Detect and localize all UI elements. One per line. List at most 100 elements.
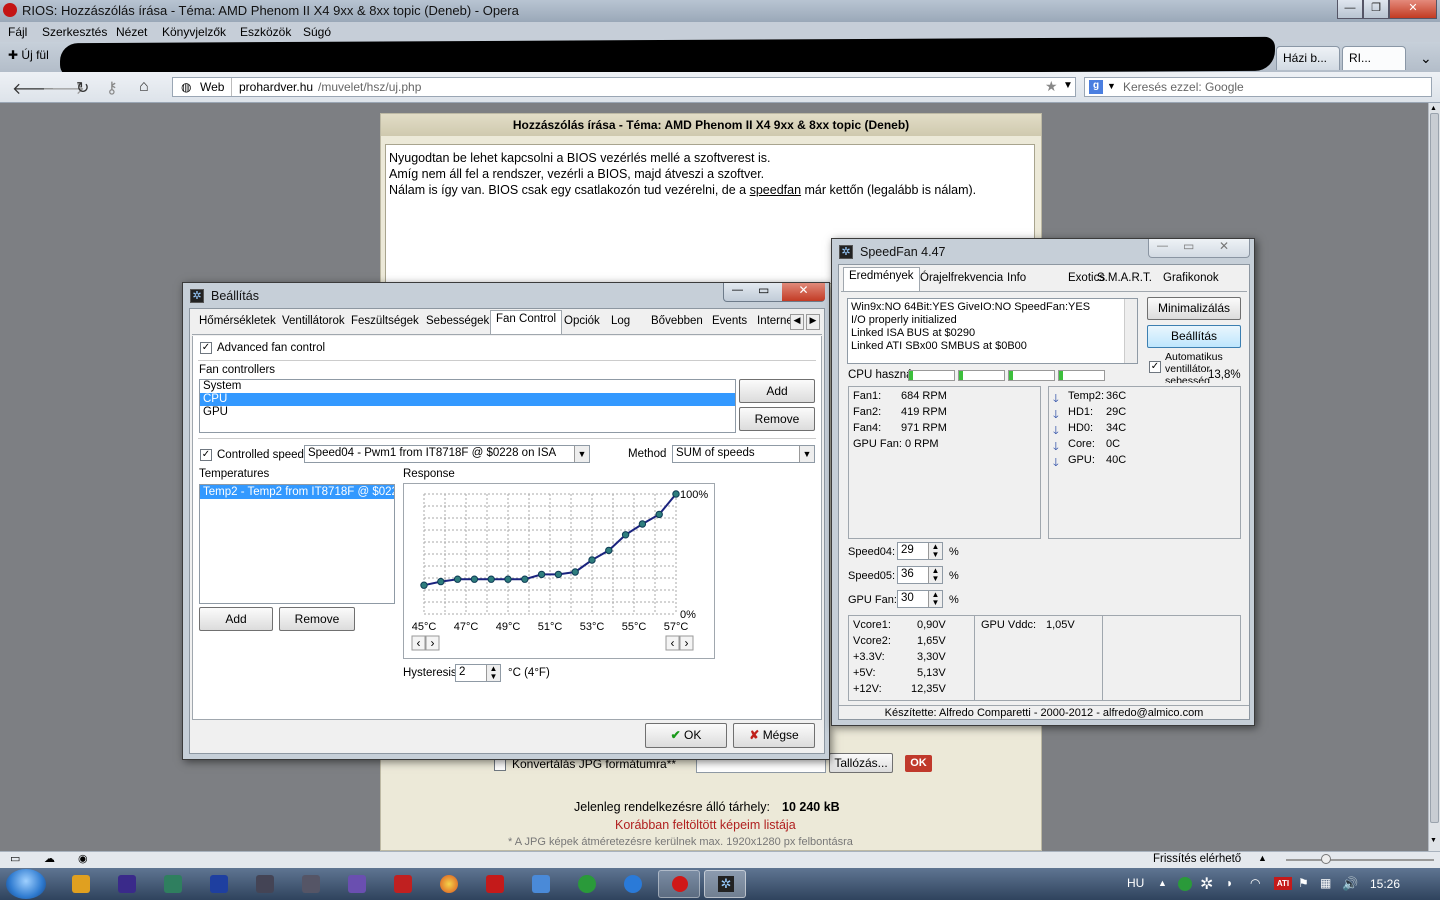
hysteresis-input[interactable]: 2 ▲ ▼ bbox=[455, 664, 501, 682]
spinner-icon[interactable]: ▲ ▼ bbox=[928, 543, 942, 559]
gpufan-input[interactable]: 30 ▲ ▼ bbox=[897, 590, 943, 608]
setup-maximize-button[interactable]: ▭ bbox=[758, 283, 769, 297]
search-field[interactable]: g ▼ Keresés ezzel: Google bbox=[1084, 77, 1432, 97]
minimize-app-button[interactable]: Minimalizálás bbox=[1147, 297, 1241, 320]
spinner-icon[interactable]: ▲ ▼ bbox=[486, 665, 500, 681]
tab-speeds[interactable]: Sebességek bbox=[421, 313, 494, 333]
speed-dial-icon[interactable]: ◉ bbox=[78, 852, 88, 865]
menu-help[interactable]: Súgó bbox=[303, 25, 331, 39]
new-tab-button[interactable]: ✚ Új fül bbox=[8, 48, 49, 62]
flag-icon[interactable]: ⚑ bbox=[1298, 876, 1309, 890]
tab-temperatures[interactable]: Hőmérsékletek bbox=[194, 313, 281, 333]
app-icon[interactable] bbox=[210, 875, 228, 893]
volume-icon[interactable]: 🔊 bbox=[1342, 876, 1358, 892]
tab-clock[interactable]: Órajelfrekvencia bbox=[915, 270, 1008, 290]
speed05-input[interactable]: 36 ▲ ▼ bbox=[897, 566, 943, 584]
explorer-icon[interactable] bbox=[72, 875, 90, 893]
cloud-icon[interactable]: ☁ bbox=[44, 852, 55, 865]
uploaded-images-link[interactable]: Korábban feltöltött képeim listája bbox=[615, 818, 796, 832]
settings-button[interactable]: Beállítás bbox=[1147, 325, 1241, 348]
tab-fan-control[interactable]: Fan Control bbox=[490, 310, 563, 334]
home-icon[interactable]: ⌂ bbox=[139, 78, 149, 96]
setup-minimize-button[interactable]: — bbox=[732, 284, 743, 296]
speed04-input[interactable]: 29 ▲ ▼ bbox=[897, 542, 943, 560]
bookmark-star-icon[interactable]: ★ bbox=[1045, 78, 1058, 95]
network-icon[interactable]: ▦ bbox=[1320, 876, 1331, 890]
app-icon[interactable] bbox=[164, 875, 182, 893]
setup-close-button[interactable]: ✕ bbox=[782, 283, 825, 301]
response-chart-svg[interactable]: 100% 0% 45°C 47°C 49°C 51°C 53°C 55°C 57°C ‹ › ‹ › bbox=[404, 484, 714, 658]
remove-controller-button[interactable]: Remove bbox=[739, 407, 815, 431]
page-scrollbar[interactable]: ▲ ▼ bbox=[1428, 103, 1440, 851]
chevron-down-icon[interactable]: ▼ bbox=[799, 446, 814, 462]
controller-system[interactable]: System bbox=[200, 380, 735, 393]
zoom-slider-handle[interactable] bbox=[1321, 854, 1331, 864]
ok-button[interactable]: ✔ OK bbox=[645, 723, 727, 748]
sf-close-button[interactable]: ✕ bbox=[1219, 239, 1229, 253]
app-icon[interactable] bbox=[302, 875, 320, 893]
scroll-up-icon[interactable]: ▲ bbox=[1430, 105, 1437, 112]
app-icon[interactable] bbox=[486, 875, 504, 893]
convert-jpg-checkbox[interactable] bbox=[494, 759, 506, 771]
tab-readings[interactable]: Eredmények bbox=[843, 267, 920, 291]
spinner-icon[interactable]: ▲ ▼ bbox=[928, 591, 942, 607]
minimize-button[interactable]: — bbox=[1337, 0, 1363, 19]
tab-log[interactable]: Log bbox=[606, 313, 635, 333]
panel-toggle-icon[interactable]: ▭ bbox=[10, 852, 20, 865]
tab-voltages[interactable]: Feszültségek bbox=[346, 313, 424, 333]
speed-select[interactable]: Speed04 - Pwm1 from IT8718F @ $0228 on I… bbox=[304, 445, 590, 463]
controllers-list[interactable]: System CPU GPU bbox=[199, 379, 736, 433]
log-box[interactable]: Win9x:NO 64Bit:YES GiveIO:NO SpeedFan:YE… bbox=[847, 298, 1138, 364]
update-available[interactable]: Frissítés elérhető bbox=[1153, 853, 1241, 865]
controller-gpu[interactable]: GPU bbox=[200, 406, 735, 419]
spinner-icon[interactable]: ▲ ▼ bbox=[928, 567, 942, 583]
menu-view[interactable]: Nézet bbox=[116, 25, 147, 39]
reload-icon[interactable]: ↻ bbox=[76, 78, 89, 98]
taskbar-speedfan[interactable]: ✲ bbox=[704, 870, 746, 898]
tray-icon[interactable]: ◗ bbox=[1226, 876, 1233, 890]
tab-charts[interactable]: Grafikonok bbox=[1158, 270, 1224, 290]
ie-icon[interactable] bbox=[624, 875, 642, 893]
ati-icon[interactable]: ATI bbox=[1274, 877, 1292, 890]
tray-fan-icon[interactable]: ✲ bbox=[1200, 874, 1213, 894]
log-scrollbar[interactable] bbox=[1124, 299, 1137, 363]
sf-maximize-button[interactable]: ▭ bbox=[1183, 239, 1194, 253]
tab-rios[interactable]: RI... bbox=[1342, 46, 1406, 70]
tab-options[interactable]: Opciók bbox=[559, 313, 605, 333]
language-indicator[interactable]: HU bbox=[1127, 876, 1144, 890]
tab-scroll-right-icon[interactable]: ▶ bbox=[806, 314, 820, 330]
firefox-icon[interactable] bbox=[440, 875, 458, 893]
app-icon[interactable] bbox=[348, 875, 366, 893]
menu-edit[interactable]: Szerkesztés bbox=[42, 25, 107, 39]
temp2-item[interactable]: Temp2 - Temp2 from IT8718F @ $0228 bbox=[200, 485, 394, 499]
advanced-checkbox[interactable]: ✓ bbox=[200, 342, 212, 354]
tray-expand-icon[interactable]: ▲ bbox=[1158, 878, 1167, 888]
taskbar-opera[interactable] bbox=[658, 870, 700, 898]
close-button[interactable]: ✕ bbox=[1389, 0, 1437, 19]
response-chart[interactable]: 100% 0% 45°C 47°C 49°C 51°C 53°C 55°C 57°C ‹ › ‹ › bbox=[403, 483, 715, 659]
zoom-slider[interactable] bbox=[1286, 859, 1434, 861]
tray-icon[interactable] bbox=[1178, 877, 1192, 891]
method-select[interactable]: SUM of speeds ▼ bbox=[672, 445, 815, 463]
maximize-button[interactable]: ❐ bbox=[1363, 0, 1389, 19]
app-icon[interactable] bbox=[394, 875, 412, 893]
history-dropdown-icon[interactable]: ▼ bbox=[1063, 80, 1073, 91]
controller-cpu[interactable]: CPU bbox=[200, 393, 735, 406]
key-icon[interactable]: ⚷ bbox=[106, 78, 118, 98]
menu-file[interactable]: Fájl bbox=[8, 25, 27, 39]
app-icon[interactable] bbox=[532, 875, 550, 893]
menu-tools[interactable]: Eszközök bbox=[240, 25, 291, 39]
upload-ok-button[interactable]: OK bbox=[905, 755, 932, 772]
browse-button[interactable]: Tallózás... bbox=[829, 753, 893, 773]
tab-events[interactable]: Events bbox=[707, 313, 752, 333]
auto-fan-checkbox[interactable]: ✓ bbox=[1149, 361, 1161, 373]
tab-menu-chevron-icon[interactable]: ⌄ bbox=[1420, 50, 1432, 67]
search-engine-dropdown-icon[interactable]: ▼ bbox=[1107, 81, 1116, 91]
add-controller-button[interactable]: Add bbox=[739, 379, 815, 403]
app-icon[interactable] bbox=[118, 875, 136, 893]
tab-scroll-left-icon[interactable]: ◀ bbox=[790, 314, 804, 330]
remove-temp-button[interactable]: Remove bbox=[279, 607, 355, 631]
scroll-down-icon[interactable]: ▼ bbox=[1430, 837, 1437, 844]
chevron-down-icon[interactable]: ▼ bbox=[574, 446, 589, 462]
add-temp-button[interactable]: Add bbox=[199, 607, 273, 631]
